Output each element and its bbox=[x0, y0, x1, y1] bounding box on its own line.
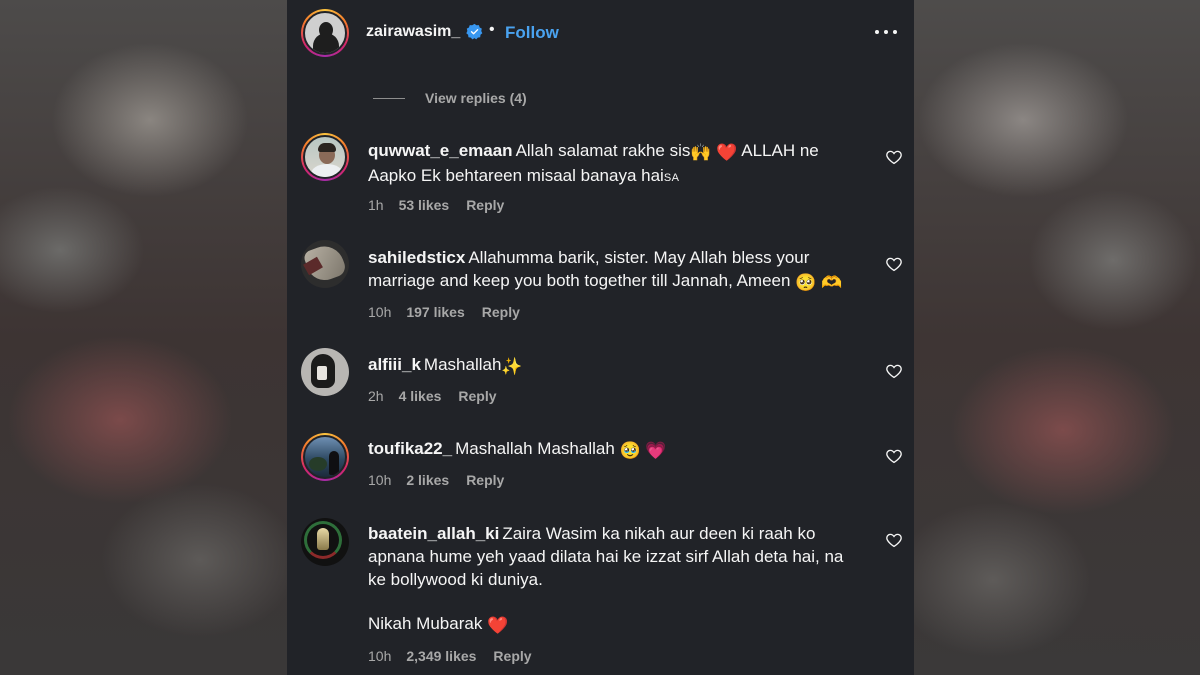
commenter-avatar[interactable] bbox=[301, 240, 349, 288]
comment-meta: 10h 197 likes Reply bbox=[368, 304, 520, 320]
like-heart-icon[interactable] bbox=[885, 255, 903, 273]
comment-likes[interactable]: 2,349 likes bbox=[406, 648, 476, 664]
comment-text: toufika22_ Mashallah Mashallah 🥹 💗 bbox=[368, 439, 667, 460]
comment-time[interactable]: 2h bbox=[368, 388, 384, 404]
replies-divider-line bbox=[373, 97, 405, 99]
verified-badge-icon bbox=[466, 23, 483, 40]
comment-likes[interactable]: 4 likes bbox=[399, 388, 442, 404]
like-heart-icon[interactable] bbox=[885, 148, 903, 166]
more-options-icon[interactable] bbox=[875, 22, 897, 42]
comment-time[interactable]: 10h bbox=[368, 304, 391, 320]
comment-meta: 10h 2,349 likes Reply bbox=[368, 648, 532, 664]
commenter-avatar[interactable] bbox=[301, 133, 349, 181]
comment-text: quwwat_e_emaan Allah salamat rakhe sis🙌 ❤… bbox=[368, 141, 819, 185]
post-header: zairawasim_ • Follow bbox=[287, 0, 914, 66]
comment-text: alfiii_k Mashallah✨ bbox=[368, 355, 523, 376]
blurred-background-right bbox=[913, 0, 1200, 675]
comment-time[interactable]: 10h bbox=[368, 472, 391, 488]
comment-meta: 1h 53 likes Reply bbox=[368, 197, 504, 213]
follow-button[interactable]: Follow bbox=[505, 23, 559, 43]
reply-button[interactable]: Reply bbox=[493, 648, 531, 664]
author-avatar[interactable] bbox=[301, 9, 349, 57]
comment-time[interactable]: 1h bbox=[368, 197, 384, 213]
author-avatar-image bbox=[303, 11, 347, 55]
commenter-username[interactable]: toufika22_ bbox=[368, 439, 452, 458]
author-username[interactable]: zairawasim_ bbox=[366, 23, 460, 41]
separator-dot: • bbox=[489, 21, 495, 38]
comment-text: sahiledsticx Allahumma barik, sister. May… bbox=[368, 248, 843, 292]
view-replies-button[interactable]: View replies (4) bbox=[373, 90, 527, 106]
like-heart-icon[interactable] bbox=[885, 531, 903, 549]
reply-button[interactable]: Reply bbox=[482, 304, 520, 320]
comment-text: baatein_allah_ki Zaira Wasim ka nikah aur… bbox=[368, 524, 844, 589]
commenter-username[interactable]: alfiii_k bbox=[368, 355, 421, 374]
comments-panel: zairawasim_ • Follow View replies (4) qu… bbox=[287, 0, 914, 675]
view-replies-label: View replies (4) bbox=[425, 90, 527, 106]
blurred-background-left bbox=[0, 0, 287, 675]
comment-time[interactable]: 10h bbox=[368, 648, 391, 664]
commenter-avatar[interactable] bbox=[301, 348, 349, 396]
like-heart-icon[interactable] bbox=[885, 362, 903, 380]
reply-button[interactable]: Reply bbox=[466, 197, 504, 213]
comment-likes[interactable]: 2 likes bbox=[406, 472, 449, 488]
commenter-avatar[interactable] bbox=[301, 518, 349, 566]
comment-meta: 10h 2 likes Reply bbox=[368, 472, 504, 488]
commenter-username[interactable]: sahiledsticx bbox=[368, 248, 465, 267]
reply-button[interactable]: Reply bbox=[458, 388, 496, 404]
commenter-username[interactable]: baatein_allah_ki bbox=[368, 524, 499, 543]
comment-likes[interactable]: 53 likes bbox=[399, 197, 450, 213]
commenter-avatar[interactable] bbox=[301, 433, 349, 481]
like-heart-icon[interactable] bbox=[885, 447, 903, 465]
comment-text-extra: Nikah Mubarak ❤️ bbox=[368, 614, 509, 635]
commenter-username[interactable]: quwwat_e_emaan bbox=[368, 141, 513, 160]
comment-likes[interactable]: 197 likes bbox=[406, 304, 464, 320]
comment-meta: 2h 4 likes Reply bbox=[368, 388, 497, 404]
reply-button[interactable]: Reply bbox=[466, 472, 504, 488]
